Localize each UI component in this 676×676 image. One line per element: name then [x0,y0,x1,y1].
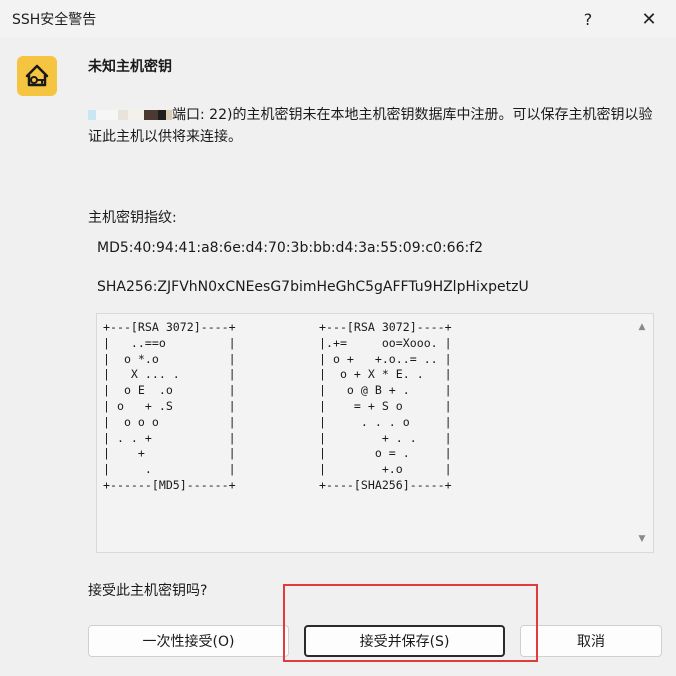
titlebar: SSH安全警告 ? ✕ [0,0,676,38]
redacted-host-segment [88,110,96,120]
warning-message-text: 端口: 22)的主机密钥未在本地主机密钥数据库中注册。可以保存主机密钥以验证此主… [88,107,653,145]
vertical-scrollbar[interactable]: ▲ ▼ [631,314,653,552]
fingerprint-label: 主机密钥指纹: [88,210,177,226]
scroll-up-arrow-icon[interactable]: ▲ [636,322,648,334]
randomart-panel[interactable]: +---[RSA 3072]----+ | ..==o | | o *.o | … [96,313,654,553]
ssh-security-warning-dialog: SSH安全警告 ? ✕ 未知主机密钥 端口: 22)的主机密钥未在本地主机密钥数… [0,0,676,676]
accept-question: 接受此主机密钥吗? [88,583,208,599]
warning-message: 端口: 22)的主机密钥未在本地主机密钥数据库中注册。可以保存主机密钥以验证此主… [88,104,658,148]
redacted-host-segment [128,110,144,120]
md5-fingerprint: MD5:40:94:41:a8:6e:d4:70:3b:bb:d4:3a:55:… [97,240,484,256]
dialog-heading: 未知主机密钥 [88,59,172,75]
redacted-host-segment [118,110,128,120]
scroll-down-arrow-icon[interactable]: ▼ [636,534,648,546]
redacted-host-segment [158,110,166,120]
house-key-icon [17,56,57,96]
randomart-md5: +---[RSA 3072]----+ | ..==o | | o *.o | … [103,320,236,492]
redacted-host-segment [144,110,158,120]
redacted-host-segment [96,110,118,120]
close-button[interactable]: ✕ [626,0,672,38]
cancel-button[interactable]: 取消 [520,625,662,657]
sha256-fingerprint: SHA256:ZJFVhN0xCNEesG7bimHeGhC5gAFFTu9HZ… [97,279,529,295]
accept-and-save-button[interactable]: 接受并保存(S) [304,625,505,657]
window-title: SSH安全警告 [12,12,97,28]
help-button[interactable]: ? [565,0,611,38]
randomart-sha256: +---[RSA 3072]----+ |.+= oo=Xooo. | | o … [319,320,452,492]
accept-once-button[interactable]: 一次性接受(O) [88,625,289,657]
